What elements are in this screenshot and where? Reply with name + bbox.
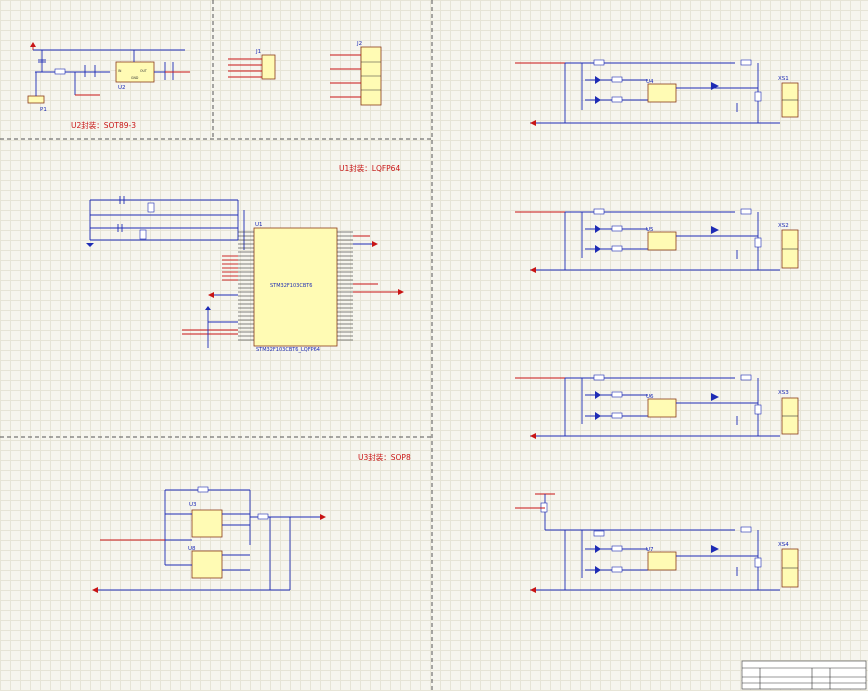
driver-a-ref: U3 [189, 502, 197, 508]
driver-b-chip [191, 550, 223, 579]
output-channel-2: U5 XS2 [515, 208, 799, 273]
schematic-sheet: IN OUT GND U2 P1 U2封装：SOT89-3 J1 J2 U1封装… [0, 0, 867, 691]
svg-text:GND: GND [131, 76, 139, 80]
connector-ref-1: XS1 [778, 76, 789, 82]
title-block [741, 660, 867, 690]
mcu-ref: U1 [255, 222, 263, 228]
connector-ref-4: XS4 [778, 542, 789, 548]
opto-chip-1 [647, 83, 677, 103]
mcu-section: U1封装：LQFP64 U1 STM32F103CBT6 STM32F103CB… [86, 163, 404, 353]
power-jack-ref: P1 [40, 107, 47, 113]
opto-chip-4 [647, 551, 677, 571]
mcu-part-number: STM32F103CBT6 [270, 283, 312, 289]
power-jack [27, 95, 45, 104]
mcu-footprint-note: U1封装：LQFP64 [339, 163, 400, 173]
connector-ref-3: XS3 [778, 390, 789, 396]
opto-chip-2 [647, 231, 677, 251]
j2-ref: J2 [356, 41, 362, 47]
svg-text:OUT: OUT [140, 69, 147, 73]
driver-a-chip [191, 509, 223, 538]
mcu-footprint: STM32F103CBT6_LQFP64 [256, 347, 320, 353]
j1-ref: J1 [255, 49, 261, 55]
output-channel-4: U7 XS4 [515, 493, 799, 593]
output-channel-3: U6 XS3 [515, 374, 799, 439]
header-j1 [261, 54, 276, 80]
power-footprint-note: U2封装：SOT89-3 [71, 120, 136, 130]
headers-section: J1 J2 [228, 41, 382, 106]
connector-ref-2: XS2 [778, 223, 789, 229]
regulator-ref: U2 [118, 85, 126, 91]
output-channel-1: U4 XS1 [515, 59, 799, 126]
opto-chip-3 [647, 398, 677, 418]
driver-section: U3封装：SOP8 U3 U8 [92, 452, 411, 593]
driver-footprint-note: U3封装：SOP8 [358, 452, 411, 462]
power-section: IN OUT GND U2 P1 U2封装：SOT89-3 [27, 42, 190, 130]
